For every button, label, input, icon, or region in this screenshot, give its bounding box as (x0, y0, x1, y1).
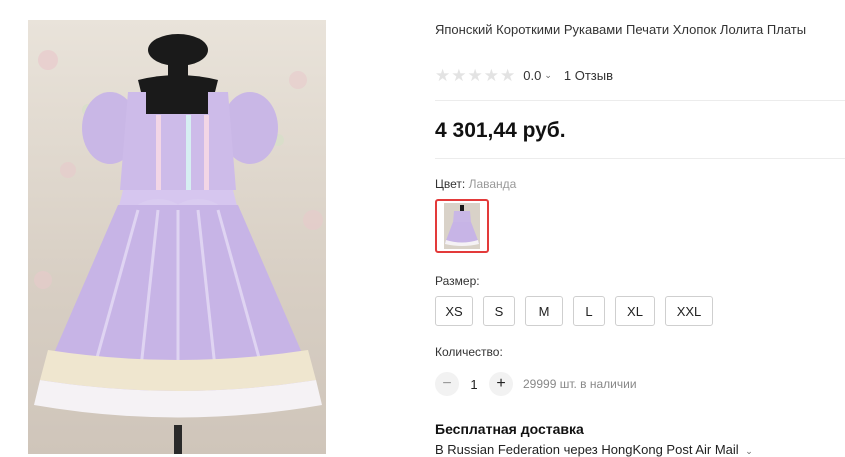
shipping-title: Бесплатная доставка (435, 421, 584, 437)
star-icon: ★ (500, 65, 516, 85)
color-value: Лаванда (468, 177, 517, 191)
star-icon: ★ (483, 65, 499, 85)
star-icon: ★ (467, 65, 483, 85)
product-price: 4 301,44 руб. (435, 119, 566, 142)
color-label: Цвет: (435, 177, 466, 191)
shipping-method-text: В Russian Federation через HongKong Post… (435, 442, 739, 457)
size-option-l[interactable]: L (573, 296, 605, 326)
size-option-xl[interactable]: XL (615, 296, 655, 326)
product-title: Японский Короткими Рукавами Печати Хлопо… (435, 22, 807, 37)
chevron-down-icon[interactable]: ⌄ (745, 446, 753, 456)
size-option-xs[interactable]: XS (435, 296, 473, 326)
quantity-stepper: − 1 + 29999 шт. в наличии (435, 372, 637, 396)
color-label-row: Цвет: Лаванда (435, 177, 516, 191)
quantity-increase-button[interactable]: + (489, 372, 513, 396)
divider (435, 158, 845, 159)
quantity-decrease-button[interactable]: − (435, 372, 459, 396)
stock-availability: 29999 шт. в наличии (523, 377, 637, 391)
swatch-thumbnail (444, 203, 480, 249)
chevron-down-icon[interactable]: ⌄ (544, 70, 552, 81)
reviews-link[interactable]: 1 Отзыв (564, 68, 613, 83)
rating-row: ★ ★ ★ ★ ★ 0.0 ⌄ 1 Отзыв (435, 66, 613, 84)
star-icon: ★ (451, 65, 467, 85)
quantity-value[interactable]: 1 (459, 377, 489, 392)
size-option-s[interactable]: S (483, 296, 515, 326)
color-swatch-lavender[interactable] (435, 199, 489, 253)
rating-stars: ★ ★ ★ ★ ★ (435, 67, 515, 84)
shipping-method[interactable]: В Russian Federation через HongKong Post… (435, 442, 753, 457)
size-option-m[interactable]: M (525, 296, 563, 326)
star-icon: ★ (435, 65, 451, 85)
size-option-xxl[interactable]: XXL (665, 296, 713, 326)
size-label: Размер: (435, 274, 480, 288)
size-options: XS S M L XL XXL (435, 296, 713, 326)
rating-value[interactable]: 0.0 (523, 68, 541, 83)
divider (435, 100, 845, 101)
quantity-label: Количество: (435, 345, 503, 359)
product-image[interactable] (28, 20, 326, 454)
